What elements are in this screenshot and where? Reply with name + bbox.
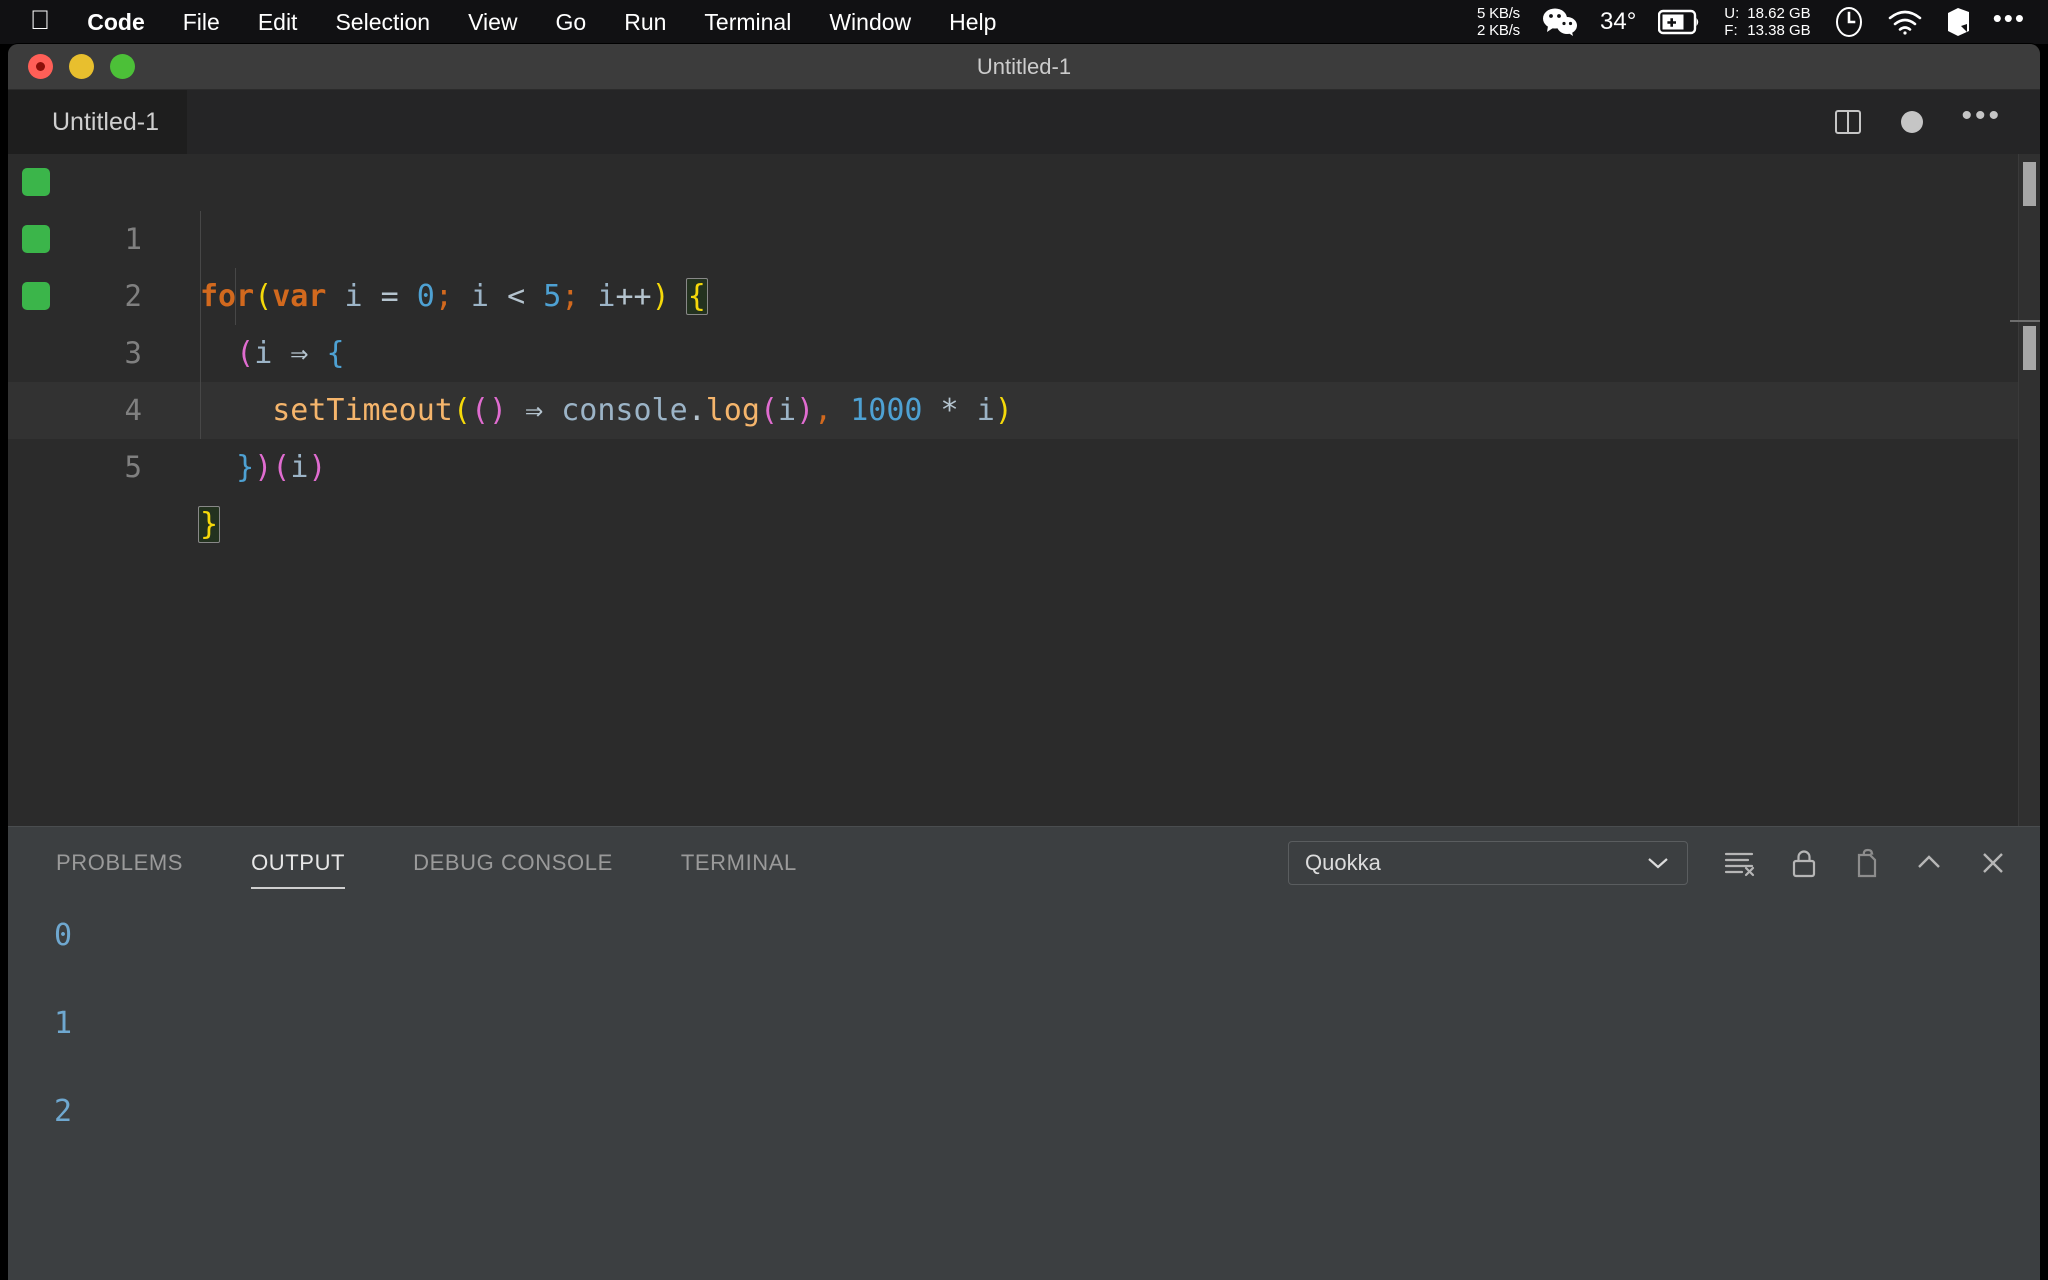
menu-item-go[interactable]: Go <box>537 0 606 44</box>
bottom-panel: PROBLEMS OUTPUT DEBUG CONSOLE TERMINAL Q… <box>8 826 2040 1280</box>
close-panel-icon[interactable] <box>1978 848 2008 878</box>
menu-item-code[interactable]: Code <box>68 0 164 44</box>
memory-free-label: F: <box>1724 22 1739 39</box>
editor-overview-ruler[interactable] <box>2018 154 2040 826</box>
menu-item-edit[interactable]: Edit <box>239 0 317 44</box>
line-number: 5 <box>90 439 142 496</box>
menu-item-window[interactable]: Window <box>810 0 930 44</box>
output-line: 2 <box>54 1094 72 1129</box>
open-in-editor-icon[interactable] <box>1852 847 1880 879</box>
output-channel-select[interactable]: Quokka <box>1288 841 1688 885</box>
control-center-icon[interactable]: ••• <box>1993 13 2026 23</box>
editor-line-5: 5 } <box>8 382 2040 439</box>
output-console[interactable]: 0 1 2 <box>8 898 2040 1280</box>
memory-used-value: 18.62 GB <box>1747 5 1810 22</box>
menu-item-run[interactable]: Run <box>605 0 685 44</box>
menu-item-terminal[interactable]: Terminal <box>685 0 810 44</box>
tab-problems[interactable]: PROBLEMS <box>36 827 203 899</box>
menu-bar-items:  Code File Edit Selection View Go Run T… <box>0 0 1015 44</box>
editor-tab-bar: Untitled-1 ••• <box>8 90 2040 154</box>
editor-line-3: 3 setTimeout(() ⇒ console.log(i), 1000 *… <box>8 268 2040 325</box>
apple-logo-icon[interactable]:  <box>22 0 68 42</box>
traffic-lights <box>8 54 135 79</box>
memory-used-label: U: <box>1724 5 1739 22</box>
temperature-indicator[interactable]: 34° <box>1600 8 1636 36</box>
panel-action-buttons: Quokka <box>1288 841 2040 885</box>
panel-tab-bar: PROBLEMS OUTPUT DEBUG CONSOLE TERMINAL Q… <box>8 826 2040 898</box>
chevron-down-icon <box>1645 855 1671 871</box>
window-title-bar: Untitled-1 <box>8 44 2040 90</box>
macos-menu-bar:  Code File Edit Selection View Go Run T… <box>0 0 2048 44</box>
editor-line-4: 4 })(i) <box>8 325 2040 382</box>
split-editor-icon[interactable] <box>1833 107 1863 137</box>
editor-line-1: 1 for(var i = 0; i < 5; i++) { <box>8 154 2040 211</box>
editor-action-buttons: ••• <box>1833 107 2040 137</box>
editor-line-2: 2 (i ⇒ { <box>8 211 2040 268</box>
network-speed-indicator[interactable]: 5 KB/s 2 KB/s <box>1477 5 1520 39</box>
overview-ruler-mark <box>2023 326 2036 370</box>
wifi-icon[interactable] <box>1887 9 1923 35</box>
editor-tab-untitled-1[interactable]: Untitled-1 <box>8 90 187 154</box>
overview-ruler-mark <box>2023 162 2036 206</box>
editor-text-area[interactable]: 1 for(var i = 0; i < 5; i++) { 2 (i ⇒ { … <box>8 154 2040 826</box>
network-download-rate: 5 KB/s <box>1477 5 1520 22</box>
unsaved-dot-icon[interactable] <box>1901 111 1923 133</box>
battery-charging-icon[interactable] <box>1658 9 1702 35</box>
clock-icon[interactable] <box>1833 6 1865 38</box>
menu-item-file[interactable]: File <box>164 0 239 44</box>
output-line: 0 <box>54 918 72 953</box>
close-window-button[interactable] <box>28 54 53 79</box>
memory-free-value: 13.38 GB <box>1747 22 1810 39</box>
output-channel-value: Quokka <box>1305 850 1381 876</box>
menu-item-view[interactable]: View <box>449 0 536 44</box>
maximize-panel-icon[interactable] <box>1914 850 1944 876</box>
line-content: })(i) <box>200 439 326 496</box>
tab-output[interactable]: OUTPUT <box>231 827 365 899</box>
minimize-window-button[interactable] <box>69 54 94 79</box>
network-upload-rate: 2 KB/s <box>1477 22 1520 39</box>
line-content: } <box>200 496 218 553</box>
more-actions-icon[interactable]: ••• <box>1961 109 2002 123</box>
menu-item-help[interactable]: Help <box>930 0 1015 44</box>
clear-output-icon[interactable] <box>1722 848 1756 878</box>
zoom-window-button[interactable] <box>110 54 135 79</box>
lock-scroll-icon[interactable] <box>1790 847 1818 879</box>
tab-debug-console[interactable]: DEBUG CONSOLE <box>393 827 633 899</box>
code-editor[interactable]: 1 for(var i = 0; i < 5; i++) { 2 (i ⇒ { … <box>8 154 2040 826</box>
menu-item-selection[interactable]: Selection <box>316 0 449 44</box>
output-line: 1 <box>54 1006 72 1041</box>
editor-tab-label: Untitled-1 <box>52 108 159 137</box>
menu-bar-status-items: 5 KB/s 2 KB/s 34° <box>1477 0 2048 44</box>
memory-indicator[interactable]: U: F: 18.62 GB 13.38 GB <box>1724 5 1810 39</box>
wechat-icon[interactable] <box>1542 8 1578 36</box>
tab-terminal[interactable]: TERMINAL <box>661 827 817 899</box>
overview-ruler-separator <box>2010 320 2040 322</box>
window-title: Untitled-1 <box>8 54 2040 80</box>
cube-icon[interactable] <box>1945 7 1971 37</box>
vscode-window: Untitled-1 Untitled-1 ••• <box>8 44 2040 1280</box>
